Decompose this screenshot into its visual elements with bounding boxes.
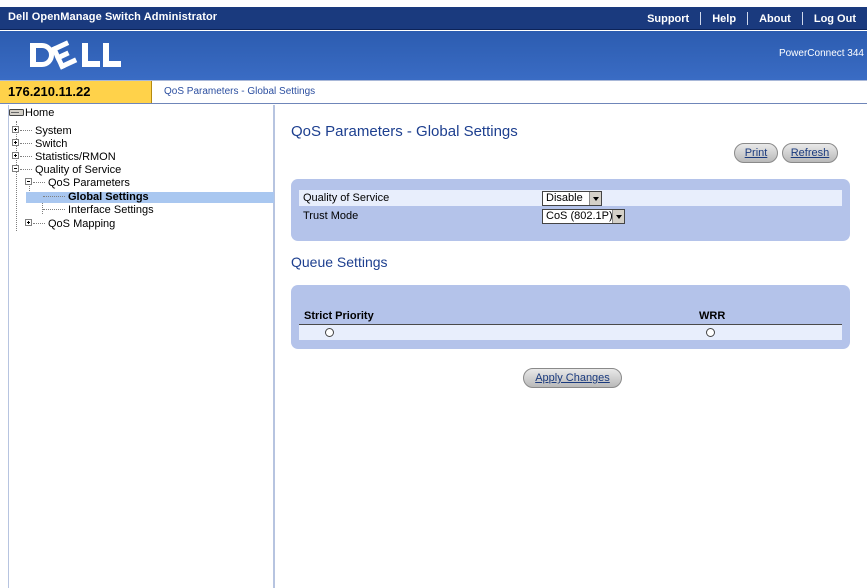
global-settings-panel: Quality of Service Disable Trust Mode Co… xyxy=(291,179,850,241)
top-nav: Support Help About Log Out xyxy=(636,7,867,30)
tree-node-label: QoS Parameters xyxy=(48,177,130,189)
tree-node-label: Global Settings xyxy=(68,191,149,203)
title-bar: Dell OpenManage Switch Administrator Sup… xyxy=(0,7,867,30)
switch-ip: 176.210.11.22 xyxy=(0,81,152,103)
collapse-icon[interactable] xyxy=(25,178,32,185)
queue-mode-row xyxy=(299,324,842,340)
logout-link[interactable]: Log Out xyxy=(803,13,867,25)
chevron-down-icon xyxy=(612,210,624,223)
banner: PowerConnect 344 xyxy=(0,31,867,80)
dell-logo xyxy=(30,40,121,70)
tree-node-global-settings[interactable]: Global Settings xyxy=(26,192,274,203)
expand-icon[interactable] xyxy=(12,139,19,146)
tree-node-switch[interactable]: Switch xyxy=(12,139,67,150)
trust-mode-select[interactable]: CoS (802.1P) xyxy=(542,209,625,224)
qos-select[interactable]: Disable xyxy=(542,191,602,206)
main-content: QoS Parameters - Global Settings Print R… xyxy=(277,105,867,588)
tree-node-statistics[interactable]: Statistics/RMON xyxy=(12,152,116,163)
support-link[interactable]: Support xyxy=(636,13,700,25)
tree-node-label: QoS Mapping xyxy=(48,218,116,230)
help-link[interactable]: Help xyxy=(701,13,747,25)
wrr-radio[interactable] xyxy=(706,328,715,337)
print-button[interactable]: Print xyxy=(734,143,778,163)
address-bar: 176.210.11.22 QoS Parameters - Global Se… xyxy=(0,80,867,104)
product-name: PowerConnect 344 xyxy=(778,48,864,59)
apply-changes-button[interactable]: Apply Changes xyxy=(523,368,622,388)
collapse-icon[interactable] xyxy=(12,165,19,172)
trust-mode-select-value: CoS (802.1P) xyxy=(546,210,613,222)
qos-select-value: Disable xyxy=(546,192,583,204)
refresh-button[interactable]: Refresh xyxy=(782,143,838,163)
tree-node-label: System xyxy=(35,125,72,137)
expand-icon[interactable] xyxy=(12,152,19,159)
nav-tree: Home System Switch Statistics/RMON Quali… xyxy=(8,105,275,588)
tree-node-system[interactable]: System xyxy=(12,126,72,137)
strict-priority-radio[interactable] xyxy=(325,328,334,337)
trust-mode-row: Trust Mode CoS (802.1P) xyxy=(299,208,842,224)
trust-mode-label: Trust Mode xyxy=(303,210,359,222)
expand-icon[interactable] xyxy=(12,126,19,133)
tree-node-interface-settings[interactable]: Interface Settings xyxy=(43,205,154,216)
tree-line xyxy=(16,121,17,231)
app-window: Dell OpenManage Switch Administrator Sup… xyxy=(0,0,867,588)
breadcrumb: QoS Parameters - Global Settings xyxy=(164,86,316,97)
tree-node-label: Switch xyxy=(35,138,68,150)
qos-label: Quality of Service xyxy=(303,192,390,204)
tree-node-label: Quality of Service xyxy=(35,164,122,176)
tree-node-qos-parameters[interactable]: QoS Parameters xyxy=(25,178,130,189)
queue-settings-panel: Strict Priority WRR xyxy=(291,285,850,349)
drive-icon xyxy=(9,109,24,116)
tree-node-qos[interactable]: Quality of Service xyxy=(12,165,121,176)
about-link[interactable]: About xyxy=(748,13,802,25)
wrr-header: WRR xyxy=(699,310,726,322)
tree-node-home[interactable]: Home xyxy=(9,108,54,119)
queue-settings-title: Queue Settings xyxy=(291,254,388,270)
tree-node-label: Home xyxy=(25,107,55,119)
strict-priority-header: Strict Priority xyxy=(304,310,374,322)
tree-node-label: Interface Settings xyxy=(68,204,154,216)
page-title: QoS Parameters - Global Settings xyxy=(291,123,518,140)
app-title: Dell OpenManage Switch Administrator xyxy=(8,11,218,23)
qos-row: Quality of Service Disable xyxy=(299,190,842,206)
tree-node-label: Statistics/RMON xyxy=(35,151,116,163)
expand-icon[interactable] xyxy=(25,219,32,226)
chevron-down-icon xyxy=(589,192,601,205)
tree-node-qos-mapping[interactable]: QoS Mapping xyxy=(12,219,115,230)
